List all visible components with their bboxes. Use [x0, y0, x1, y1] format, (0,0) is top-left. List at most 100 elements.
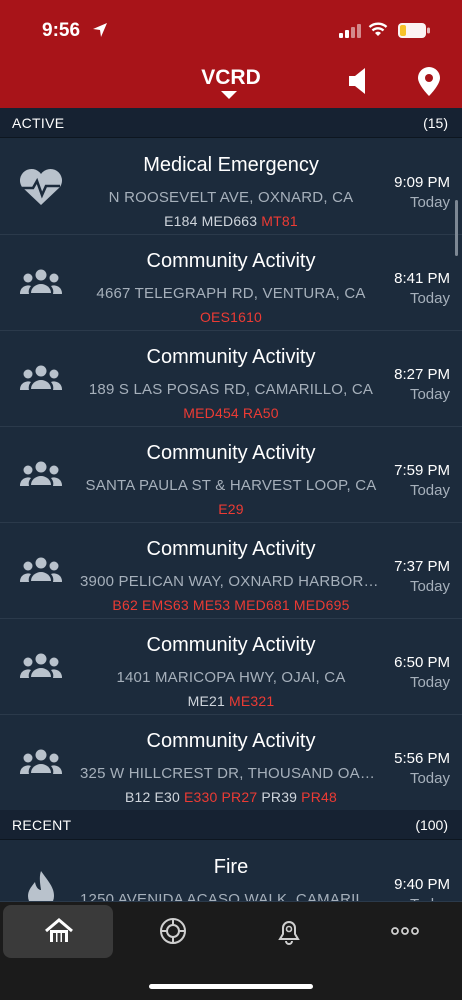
unit-badge: B62 — [112, 597, 138, 613]
wifi-icon — [368, 22, 388, 36]
tab-home[interactable] — [3, 905, 113, 958]
tab-bar — [0, 902, 462, 1000]
incident-address: N ROOSEVELT AVE, OXNARD, CA — [108, 189, 354, 206]
incident-address: 4667 TELEGRAPH RD, VENTURA, CA — [96, 285, 366, 302]
recent-section-count: (100) — [415, 817, 448, 833]
group-icon — [18, 455, 64, 495]
incident-address: 325 W HILLCREST DR, THOUSAND OAKS, CA — [80, 765, 382, 782]
incident-day: Today — [409, 674, 450, 691]
incident-type: Medical Emergency — [143, 154, 319, 176]
unit-badge: EMS63 — [141, 597, 189, 613]
map-pin-icon[interactable] — [418, 67, 440, 96]
unit-badge: E330 — [184, 789, 218, 805]
scroll-indicator[interactable] — [455, 200, 458, 256]
incident-row[interactable]: Community Activity 1401 MARICOPA HWY, OJA… — [0, 619, 462, 715]
incident-type: Community Activity — [146, 250, 316, 272]
active-section-label: ACTIVE — [12, 115, 65, 131]
group-icon — [18, 359, 64, 399]
incident-day: Today — [409, 290, 450, 307]
tab-more[interactable] — [349, 905, 459, 958]
unit-badge: RA50 — [242, 405, 279, 421]
unit-badge: MED663 — [201, 213, 258, 229]
incident-type: Community Activity — [146, 538, 316, 560]
unit-badge: MED454 — [183, 405, 239, 421]
tab-fire-department[interactable] — [117, 905, 227, 958]
fire-department-icon — [160, 918, 186, 944]
unit-badge: MED695 — [293, 597, 350, 613]
incident-row[interactable]: Community Activity 325 W HILLCREST DR, TH… — [0, 715, 462, 811]
group-icon — [18, 743, 64, 783]
bell-gear-icon — [278, 921, 300, 945]
unit-list: E29 — [72, 501, 390, 517]
active-section-header: ACTIVE (15) — [0, 108, 462, 138]
incident-address: 189 S LAS POSAS RD, CAMARILLO, CA — [88, 381, 374, 398]
incident-day: Today — [409, 770, 450, 787]
group-icon — [18, 263, 64, 303]
caret-down-icon[interactable] — [221, 91, 237, 99]
unit-list: B62 EMS63 ME53 MED681 MED695 — [72, 597, 390, 613]
unit-badge: ME21 — [187, 693, 225, 709]
app-title[interactable]: VCRD — [0, 66, 462, 90]
more-dots-icon — [391, 927, 419, 935]
incident-time: 6:50 PM — [394, 654, 450, 671]
unit-list: OES1610 — [72, 309, 390, 325]
incident-row[interactable]: Fire 1250 AVENIDA ACASO WALK, CAMARILLO, … — [0, 841, 462, 902]
unit-badge: MT81 — [261, 213, 298, 229]
unit-list: MED454 RA50 — [72, 405, 390, 421]
unit-badge: PR48 — [301, 789, 337, 805]
unit-badge: ME53 — [192, 597, 231, 613]
heart-pulse-icon — [18, 167, 64, 207]
incident-time: 7:59 PM — [394, 462, 450, 479]
incident-address: 3900 PELICAN WAY, OXNARD HARBOR, CA — [80, 573, 382, 590]
unit-badge: MED681 — [234, 597, 290, 613]
active-section-count: (15) — [423, 115, 448, 131]
unit-badge: E30 — [154, 789, 181, 805]
incident-row[interactable]: Community Activity 189 S LAS POSAS RD, CA… — [0, 331, 462, 427]
incident-type: Community Activity — [146, 730, 316, 752]
unit-list: ME21 ME321 — [72, 693, 390, 709]
incident-address: SANTA PAULA ST & HARVEST LOOP, CA — [85, 477, 377, 494]
incident-row[interactable]: Community Activity 3900 PELICAN WAY, OXNA… — [0, 523, 462, 619]
incident-type: Community Activity — [146, 442, 316, 464]
location-arrow-icon — [93, 23, 107, 37]
unit-badge: PR39 — [261, 789, 298, 805]
unit-badge: B12 — [124, 789, 151, 805]
incident-row[interactable]: Community Activity SANTA PAULA ST & HARVE… — [0, 427, 462, 523]
incident-day: Today — [409, 578, 450, 595]
incident-time: 9:09 PM — [394, 174, 450, 191]
incident-time: 8:41 PM — [394, 270, 450, 287]
cellular-signal-icon — [339, 24, 361, 38]
home-indicator[interactable] — [149, 984, 313, 989]
incident-day: Today — [409, 194, 450, 211]
unit-badge: PR27 — [221, 789, 258, 805]
recent-section-header: RECENT (100) — [0, 810, 462, 840]
incident-row[interactable]: Community Activity 4667 TELEGRAPH RD, VEN… — [0, 235, 462, 331]
incident-time: 5:56 PM — [394, 750, 450, 767]
incident-type: Community Activity — [146, 634, 316, 656]
incident-day: Today — [409, 482, 450, 499]
incident-time: 9:40 PM — [394, 876, 450, 893]
incident-day: Today — [409, 386, 450, 403]
incident-row[interactable]: Medical Emergency N ROOSEVELT AVE, OXNARD… — [0, 139, 462, 235]
incident-time: 7:37 PM — [394, 558, 450, 575]
unit-badge: OES1610 — [199, 309, 263, 325]
app-header: 9:56 VCRD — [0, 0, 462, 108]
tab-alerts[interactable] — [233, 905, 343, 958]
battery-icon — [398, 23, 430, 38]
incident-type: Fire — [213, 856, 249, 878]
incident-address: 1250 AVENIDA ACASO WALK, CAMARILLO, CA — [80, 891, 382, 902]
speaker-icon[interactable] — [348, 67, 370, 95]
flame-icon — [18, 869, 64, 901]
home-icon — [45, 918, 73, 942]
group-icon — [18, 551, 64, 591]
unit-list: E184 MED663 MT81 — [72, 213, 390, 229]
group-icon — [18, 647, 64, 687]
unit-badge: ME321 — [229, 693, 275, 709]
unit-list: B12 E30 E330 PR27 PR39 PR48 — [72, 789, 390, 805]
incident-type: Community Activity — [146, 346, 316, 368]
unit-badge: E29 — [218, 501, 244, 517]
recent-section-label: RECENT — [12, 817, 72, 833]
incident-address: 1401 MARICOPA HWY, OJAI, CA — [116, 669, 346, 686]
status-time: 9:56 — [42, 20, 81, 41]
incident-time: 8:27 PM — [394, 366, 450, 383]
